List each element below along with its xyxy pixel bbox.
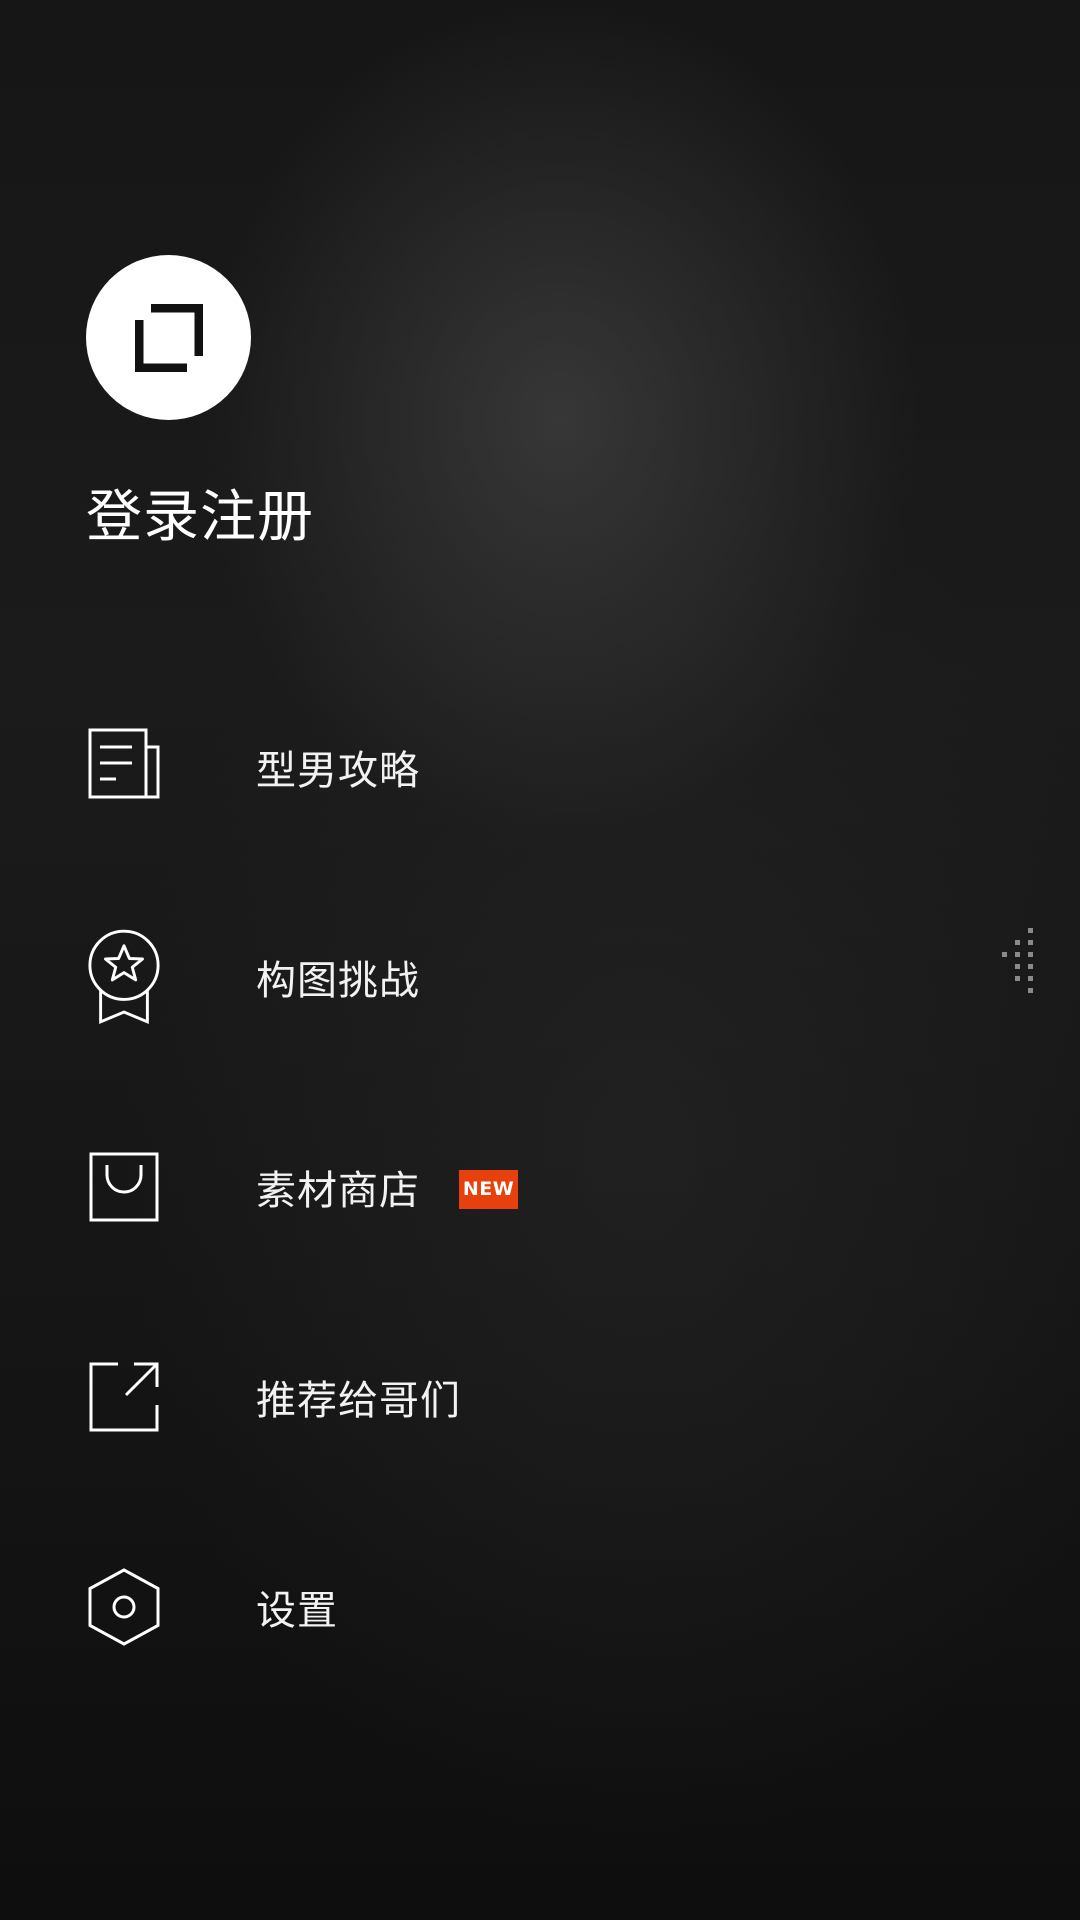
menu-item-material-store[interactable]: 素材商店 NEW [0,1115,980,1265]
menu-item-style-guide[interactable]: 型男攻略 [0,695,980,845]
drawer-drag-handle[interactable] [996,926,1036,994]
app-logo-icon [135,304,203,372]
login-register-link[interactable]: 登录注册 [86,478,314,558]
menu-item-settings[interactable]: 设置 [0,1535,980,1685]
shopping-bag-icon [86,1137,162,1237]
menu-item-recommend[interactable]: 推荐给哥们 [0,1325,980,1475]
article-icon [86,715,162,815]
settings-hexagon-icon [86,1557,162,1657]
award-badge-icon [86,927,162,1027]
menu-item-label: 设置 [256,1588,338,1634]
menu-item-label: 素材商店 [256,1168,420,1214]
menu-item-label: 构图挑战 [256,958,420,1004]
menu-item-label: 型男攻略 [256,748,420,794]
menu-item-composition-challenge[interactable]: 构图挑战 [0,905,980,1055]
drag-dots-icon [1002,928,1033,993]
new-badge: NEW [459,1170,518,1209]
menu-item-label: 推荐给哥们 [256,1378,461,1424]
share-icon [86,1347,162,1447]
side-drawer: 登录注册 型男攻略 构图挑战 素材商店 NEW 推荐给哥们 设置 [0,0,1080,1920]
avatar-button[interactable] [86,255,251,420]
